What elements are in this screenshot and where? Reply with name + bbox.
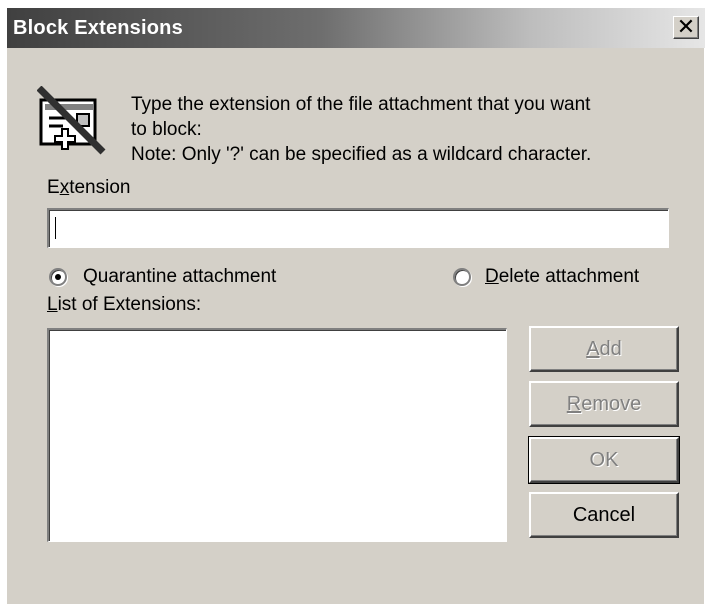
instruction-text: Type the extension of the file attachmen… (131, 92, 691, 167)
instruction-line-1: Type the extension of the file attachmen… (131, 94, 591, 115)
delete-radio-label[interactable]: Delete attachment (485, 266, 639, 288)
instruction-line-3: Note: Only '?' can be specified as a wil… (131, 144, 592, 165)
cancel-button[interactable]: Cancel (529, 492, 679, 538)
extensions-list-label: List of Extensions: (47, 294, 202, 315)
extensions-listbox[interactable] (47, 328, 507, 542)
extension-input[interactable] (47, 208, 669, 248)
add-button[interactable]: Add (529, 326, 679, 372)
block-extensions-dialog: Block Extensions ✕ Type the extension of… (6, 8, 705, 604)
quarantine-radio[interactable] (49, 268, 67, 286)
dialog-title: Block Extensions (13, 17, 183, 39)
blocked-attachment-icon (37, 86, 106, 155)
instruction-line-2: to block: (131, 119, 202, 140)
text-caret (55, 217, 56, 239)
close-button[interactable]: ✕ (673, 16, 699, 39)
ok-button[interactable]: OK (528, 436, 680, 484)
title-bar[interactable]: Block Extensions ✕ (7, 8, 705, 48)
remove-button[interactable]: Remove (529, 381, 679, 427)
quarantine-radio-label[interactable]: Quarantine attachment (83, 266, 276, 288)
radio-selected-dot (55, 274, 61, 280)
delete-radio[interactable] (453, 268, 471, 286)
extension-label: Extension (47, 177, 131, 198)
close-icon: ✕ (676, 14, 696, 39)
